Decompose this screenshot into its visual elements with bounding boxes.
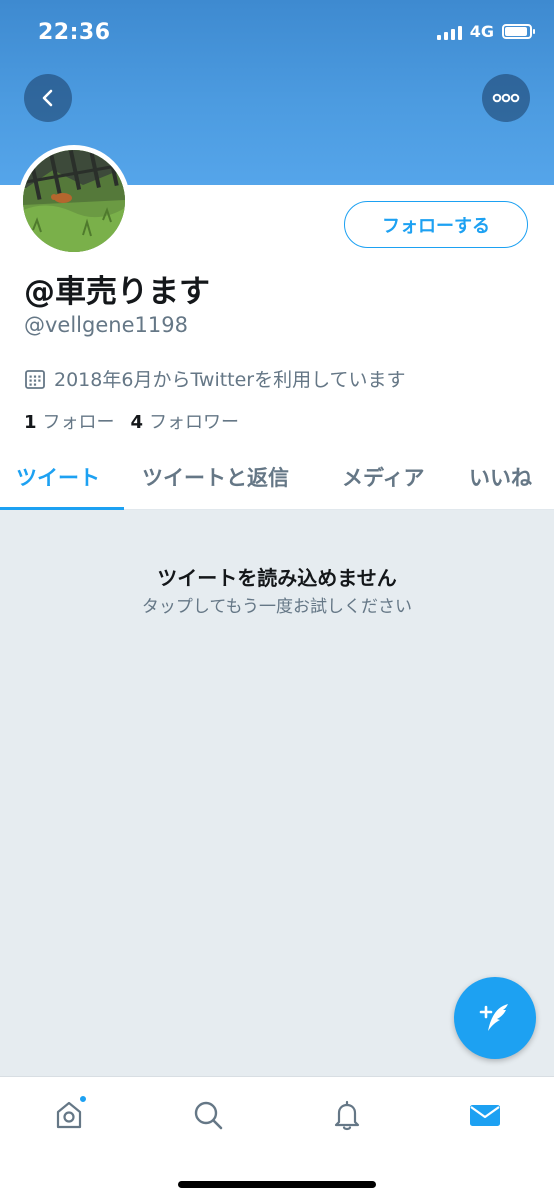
signal-icon: [436, 24, 462, 40]
search-icon: [194, 1101, 223, 1130]
tab-media[interactable]: メディア: [342, 462, 425, 492]
home-icon: [56, 1101, 82, 1129]
avatar-photo: [23, 150, 125, 252]
back-button[interactable]: [24, 74, 72, 122]
nav-home[interactable]: [49, 1095, 89, 1135]
home-indicator: [178, 1181, 376, 1188]
nav-messages[interactable]: [465, 1095, 505, 1135]
more-options-button[interactable]: [482, 74, 530, 122]
user-handle: @vellgene1198: [24, 313, 188, 337]
tab-tweets-and-replies[interactable]: ツイートと返信: [142, 462, 289, 492]
chevron-left-icon: [42, 89, 53, 107]
follow-button[interactable]: フォローする: [344, 201, 528, 248]
more-horizontal-icon: [492, 93, 520, 103]
nav-search[interactable]: [188, 1095, 228, 1135]
followers-label[interactable]: フォロワー: [149, 408, 239, 434]
status-indicators: 4G: [436, 22, 535, 41]
status-time: 22:36: [38, 20, 111, 45]
calendar-icon: [25, 369, 45, 389]
network-type: 4G: [469, 22, 494, 41]
profile-tabs: ツイート ツイートと返信 メディア いいね: [0, 452, 554, 510]
mail-icon: [470, 1105, 500, 1126]
joined-text: 2018年6月からTwitterを利用しています: [54, 369, 406, 391]
error-retry-hint[interactable]: タップしてもう一度お試しください: [0, 592, 554, 617]
joined-date: 2018年6月からTwitterを利用しています: [24, 365, 406, 392]
bell-icon: [334, 1100, 360, 1131]
following-count[interactable]: 1: [24, 412, 37, 433]
nav-notifications[interactable]: [327, 1095, 367, 1135]
tab-tweets[interactable]: ツイート: [16, 462, 100, 492]
error-title: ツイートを読み込めません: [157, 566, 397, 590]
follow-counts: 1 フォロー 4 フォロワー: [24, 408, 239, 434]
tab-likes[interactable]: いいね: [469, 462, 532, 492]
compose-tweet-button[interactable]: [454, 977, 536, 1059]
display-name: @車売ります: [24, 274, 210, 310]
notification-dot: [79, 1095, 87, 1103]
profile-avatar[interactable]: [18, 145, 130, 257]
compose-tweet-icon: [479, 1004, 508, 1031]
followers-count[interactable]: 4: [131, 412, 144, 433]
battery-icon: [502, 24, 535, 39]
following-label[interactable]: フォロー: [43, 408, 115, 434]
